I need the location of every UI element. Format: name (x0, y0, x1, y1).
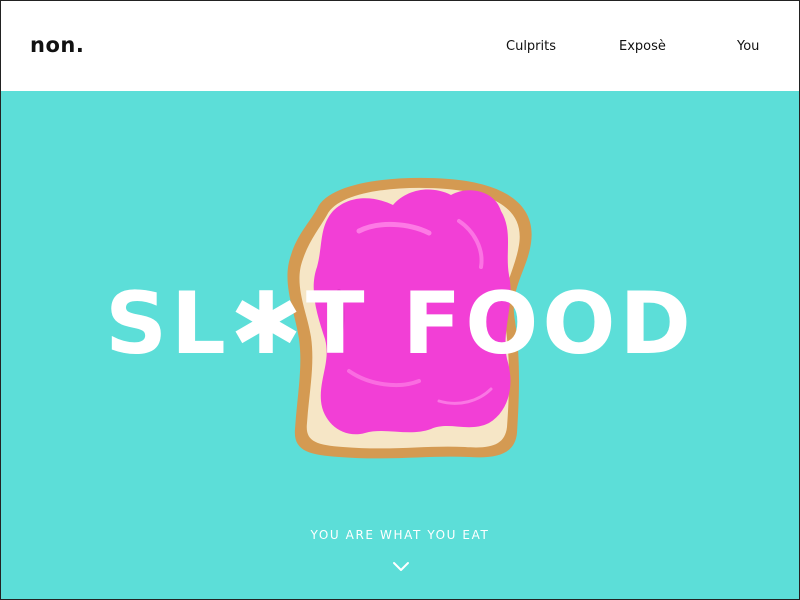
chevron-down-icon[interactable] (392, 561, 410, 573)
nav-link-expose[interactable]: Exposè (619, 39, 666, 54)
nav-link-you[interactable]: You (737, 39, 759, 54)
hero-tagline: YOU ARE WHAT YOU EAT (310, 528, 490, 542)
page: non. Culprits Exposè You SL✱T FOOD YOU A… (0, 0, 800, 600)
nav-link-culprits[interactable]: Culprits (506, 39, 556, 54)
site-header: non. Culprits Exposè You (1, 1, 799, 91)
hero-headline: SL✱T FOOD (105, 274, 695, 374)
logo[interactable]: non. (30, 33, 84, 57)
hero-section: SL✱T FOOD YOU ARE WHAT YOU EAT (1, 91, 799, 599)
